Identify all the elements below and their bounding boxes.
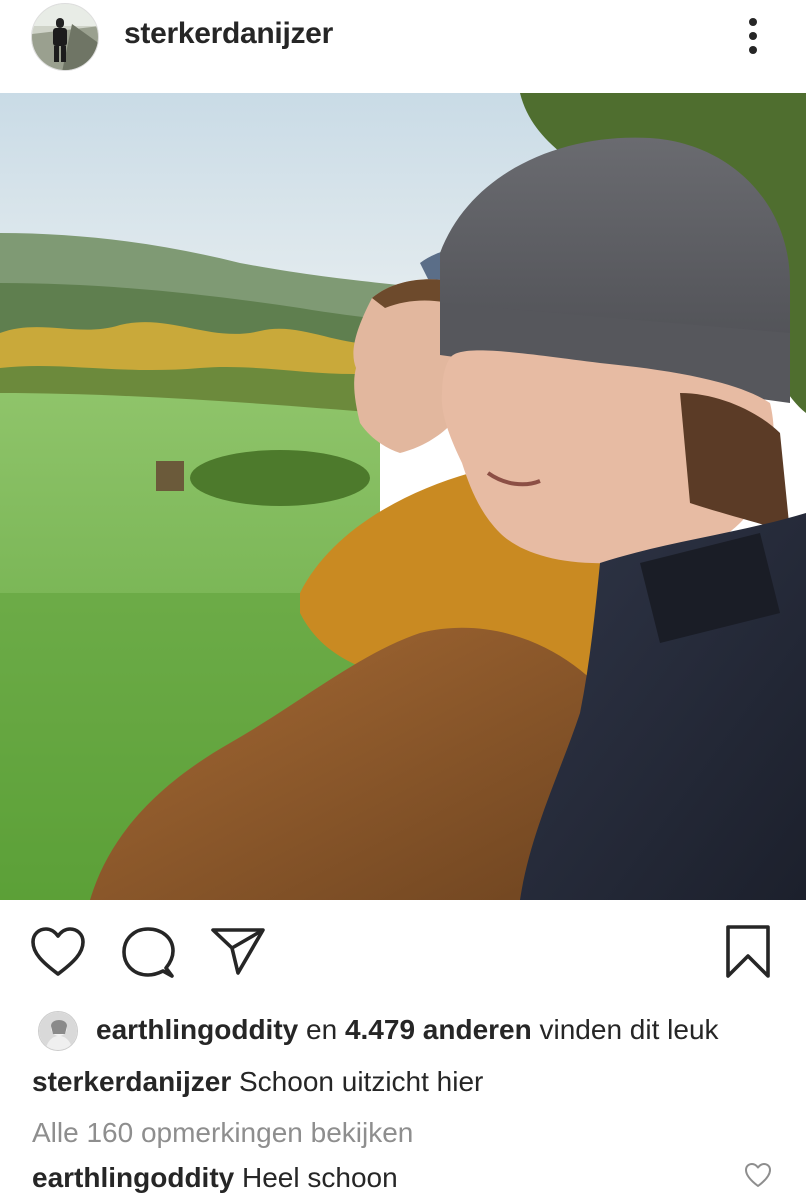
likes-text: earthlingoddity en 4.479 anderen vinden …	[96, 1014, 719, 1046]
bookmark-outline-icon[interactable]	[724, 924, 772, 980]
action-bar	[0, 900, 806, 1000]
likes-others-count[interactable]: 4.479 anderen	[345, 1014, 532, 1045]
view-all-comments-link[interactable]: Alle 160 opmerkingen bekijken	[32, 1117, 413, 1149]
author-username[interactable]: sterkerdanijzer	[124, 17, 333, 51]
comment-item: earthlingoddity Heel schoon	[32, 1162, 398, 1194]
paper-plane-icon[interactable]	[210, 926, 266, 978]
caption-text: Schoon uitzicht hier	[239, 1066, 484, 1097]
post-caption: sterkerdanijzer Schoon uitzicht hier	[32, 1066, 483, 1098]
likes-connector: en	[306, 1014, 338, 1045]
comment-text: Heel schoon	[242, 1162, 398, 1193]
liker-avatar[interactable]	[38, 1011, 78, 1051]
comment-bubble-icon[interactable]	[121, 926, 177, 982]
caption-username[interactable]: sterkerdanijzer	[32, 1066, 231, 1097]
comment-username[interactable]: earthlingoddity	[32, 1162, 234, 1193]
post-photo[interactable]	[0, 93, 806, 900]
author-avatar[interactable]	[31, 3, 99, 71]
comment-like-heart-icon[interactable]	[744, 1162, 772, 1193]
post-header: sterkerdanijzer	[0, 0, 806, 93]
likes-summary: earthlingoddity en 4.479 anderen vinden …	[32, 1011, 792, 1051]
likes-suffix: vinden dit leuk	[539, 1014, 719, 1045]
heart-outline-icon[interactable]	[30, 926, 86, 978]
more-options-icon[interactable]	[738, 14, 768, 58]
liker-username[interactable]: earthlingoddity	[96, 1014, 298, 1045]
